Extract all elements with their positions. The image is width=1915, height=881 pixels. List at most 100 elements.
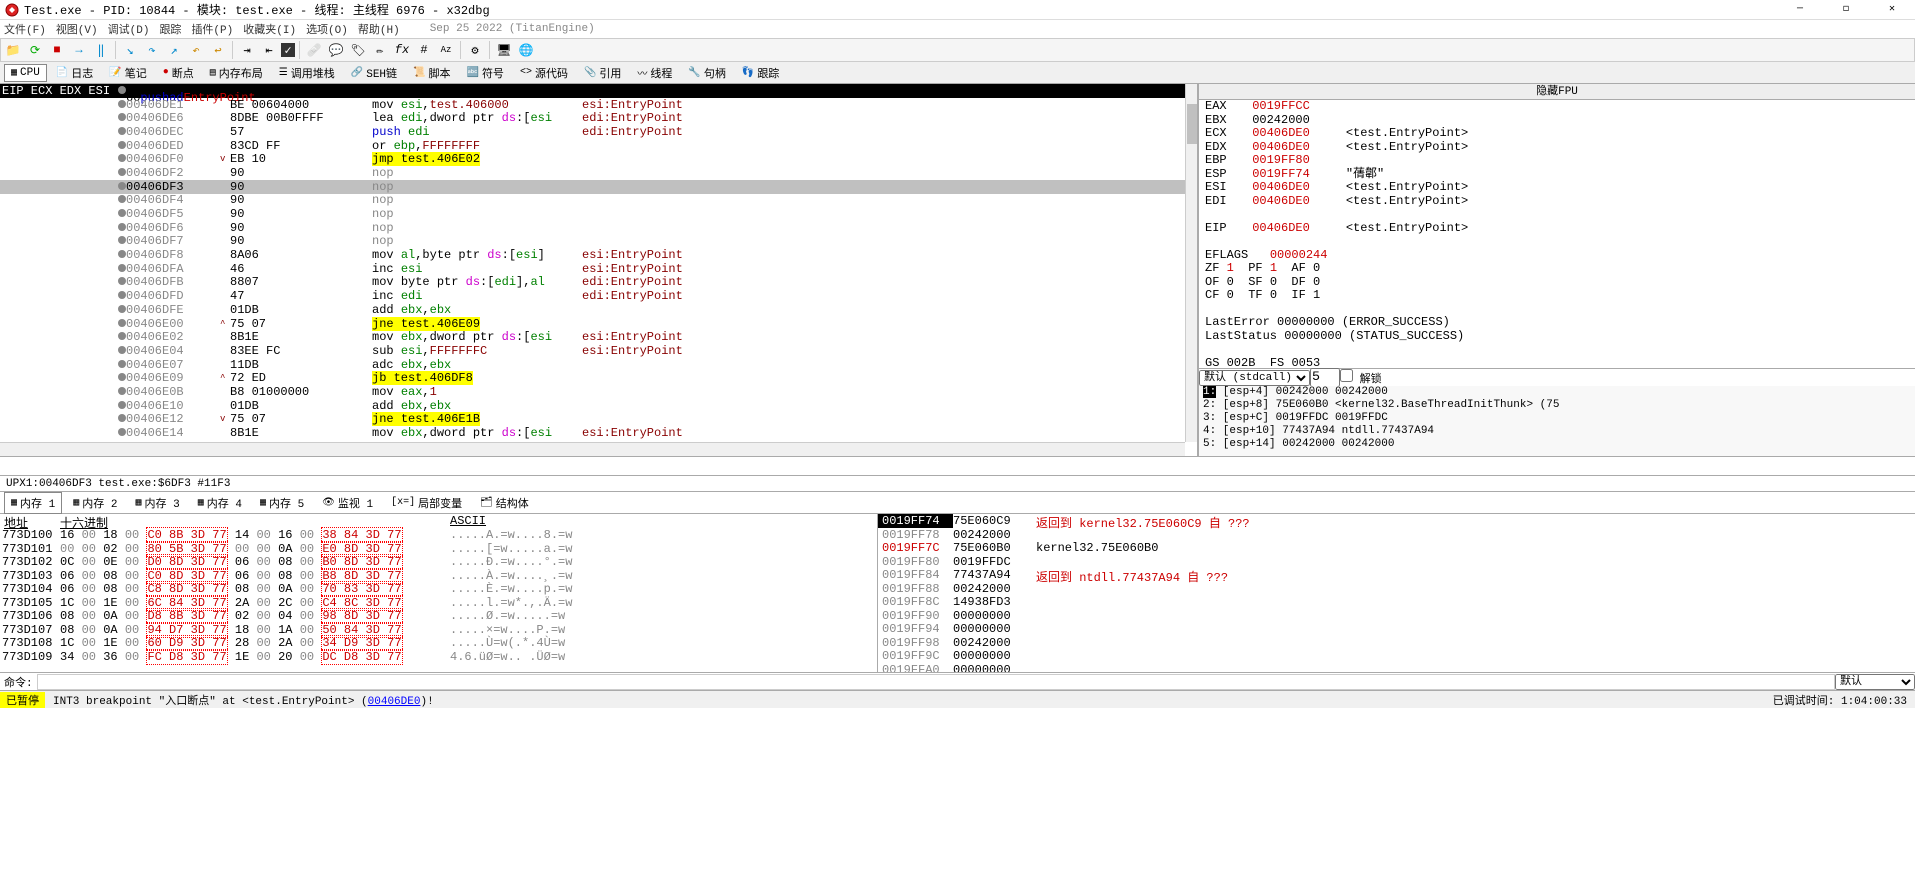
stack-row[interactable]: 0019FF9000000000 bbox=[878, 609, 1028, 623]
disasm-row[interactable]: 00406DF790nop bbox=[0, 235, 1197, 249]
tab-dump5[interactable]: ▦内存 5 bbox=[253, 492, 311, 514]
stack-row[interactable]: 0019FF9800242000 bbox=[878, 636, 1028, 650]
settings-icon[interactable]: ⚙ bbox=[465, 40, 485, 60]
step-back-icon[interactable]: ↶ bbox=[186, 40, 206, 60]
maximize-button[interactable]: ◻ bbox=[1823, 0, 1869, 20]
disasm-row[interactable]: 00406DF0vEB 10jmp test.406E02 bbox=[0, 152, 1197, 166]
comment-icon[interactable]: 💬 bbox=[326, 40, 346, 60]
menu-trace[interactable]: 跟踪 bbox=[159, 21, 181, 37]
dump-pane[interactable]: 地址 十六进制 ASCII 773D10016 00 18 00 C0 8B 3… bbox=[0, 514, 878, 672]
trace-into-icon[interactable]: ⇥ bbox=[237, 40, 257, 60]
menu-view[interactable]: 视图(V) bbox=[56, 21, 98, 37]
stack-row[interactable]: 0019FF9C00000000 bbox=[878, 649, 1028, 663]
dump-row[interactable]: 773D10708 00 0A 00 94 D7 3D 77 18 00 1A … bbox=[0, 623, 877, 637]
disasm-row[interactable]: 00406DFB8807mov byte ptr ds:[edi],aledi:… bbox=[0, 276, 1197, 290]
close-button[interactable]: ✕ bbox=[1869, 0, 1915, 20]
hash-icon[interactable]: # bbox=[414, 40, 434, 60]
stack-pane[interactable]: 0019FF7475E060C90019FF78002420000019FF7C… bbox=[878, 514, 1915, 672]
dump-row[interactable]: 773D1081C 00 1E 00 60 D9 3D 77 28 00 2A … bbox=[0, 636, 877, 650]
call-convention-select[interactable]: 默认 (stdcall) bbox=[1199, 370, 1310, 386]
disasm-row[interactable]: 00406DFD47inc ediedi:EntryPoint bbox=[0, 289, 1197, 303]
open-icon[interactable]: 📁 bbox=[3, 40, 23, 60]
menu-favorites[interactable]: 收藏夹(I) bbox=[243, 21, 296, 37]
run-icon[interactable]: → bbox=[69, 40, 89, 60]
stack-row[interactable]: 0019FFA000000000 bbox=[878, 663, 1028, 673]
dump-row[interactable]: 773D10608 00 0A 00 D8 8B 3D 77 02 00 04 … bbox=[0, 609, 877, 623]
minimize-button[interactable]: ─ bbox=[1777, 0, 1823, 20]
disasm-row[interactable]: 00406E0711DBadc ebx,ebx bbox=[0, 358, 1197, 372]
tab-breakpoints[interactable]: ●断点 bbox=[156, 62, 201, 84]
fx-icon[interactable]: fx bbox=[392, 40, 412, 60]
dump-row[interactable]: 773D10100 00 02 00 80 5B 3D 77 00 00 0A … bbox=[0, 542, 877, 556]
stack-row[interactable]: 0019FF7800242000 bbox=[878, 528, 1028, 542]
stack-row[interactable]: 0019FF8C14938FD3 bbox=[878, 595, 1028, 609]
tab-threads[interactable]: 〰线程 bbox=[630, 62, 679, 84]
args-list[interactable]: 1: [esp+4] 00242000 002420002: [esp+8] 7… bbox=[1199, 386, 1915, 456]
dump-hdr-hex[interactable]: 十六进制 bbox=[60, 514, 450, 528]
tab-handles[interactable]: 🔧句柄 bbox=[681, 62, 732, 84]
trace-over-icon[interactable]: ⇤ bbox=[259, 40, 279, 60]
disasm-row[interactable]: 00406DE68DBE 00B0FFFFlea edi,dword ptr d… bbox=[0, 111, 1197, 125]
stack-row[interactable]: 0019FF8800242000 bbox=[878, 582, 1028, 596]
args-spin[interactable] bbox=[1310, 368, 1340, 387]
step-over-icon[interactable]: ↷ bbox=[142, 40, 162, 60]
menu-options[interactable]: 选项(O) bbox=[306, 21, 348, 37]
dump-hdr-ascii[interactable]: ASCII bbox=[450, 514, 650, 528]
tab-memmap[interactable]: ▤内存布局 bbox=[203, 62, 270, 84]
tab-refs[interactable]: 📎引用 bbox=[577, 62, 628, 84]
disasm-row[interactable]: 00406DF390nop bbox=[0, 180, 1197, 194]
menu-file[interactable]: 文件(F) bbox=[4, 21, 46, 37]
status-addr-link[interactable]: 00406DE0 bbox=[368, 696, 421, 708]
screen-icon[interactable]: 🖥 bbox=[494, 40, 514, 60]
step-ret-icon[interactable]: ↩ bbox=[208, 40, 228, 60]
label-icon[interactable]: 🏷 bbox=[348, 40, 368, 60]
disasm-row[interactable]: 00406DF590nop bbox=[0, 207, 1197, 221]
step-out-icon[interactable]: ↗ bbox=[164, 40, 184, 60]
menu-plugins[interactable]: 插件(P) bbox=[191, 21, 233, 37]
tab-locals[interactable]: [x=]局部变量 bbox=[384, 492, 469, 514]
disasm-row[interactable]: 00406DEC57push ediedi:EntryPoint bbox=[0, 125, 1197, 139]
disasm-row[interactable]: 00406E0483EE FCsub esi,FFFFFFFCesi:Entry… bbox=[0, 344, 1197, 358]
disasm-row[interactable]: 00406E028B1Emov ebx,dword ptr ds:[esiesi… bbox=[0, 330, 1197, 344]
tab-dump4[interactable]: ▦内存 4 bbox=[191, 492, 249, 514]
disasm-row[interactable]: 00406DFA46inc esiesi:EntryPoint bbox=[0, 262, 1197, 276]
pause-icon[interactable]: ‖ bbox=[91, 40, 111, 60]
tab-dump3[interactable]: ▦内存 3 bbox=[128, 492, 186, 514]
stack-row[interactable]: 0019FF8477437A94 bbox=[878, 568, 1028, 582]
dump-row[interactable]: 773D10406 00 08 00 C8 8D 3D 77 08 00 0A … bbox=[0, 582, 877, 596]
disasm-hscroll[interactable] bbox=[0, 442, 1185, 456]
az-icon[interactable]: Az bbox=[436, 40, 456, 60]
dump-row[interactable]: 773D10016 00 18 00 C0 8B 3D 77 14 00 16 … bbox=[0, 528, 877, 542]
disasm-row[interactable]: 00406E148B1Emov ebx,dword ptr ds:[esiesi… bbox=[0, 426, 1197, 440]
disasm-row[interactable]: 00406DF490nop bbox=[0, 194, 1197, 208]
disasm-row[interactable]: 00406DF290nop bbox=[0, 166, 1197, 180]
dump-row[interactable]: 773D1051C 00 1E 00 6C 84 3D 77 2A 00 2C … bbox=[0, 596, 877, 610]
fpu-toggle[interactable]: 隐藏FPU bbox=[1199, 84, 1915, 100]
stack-row[interactable]: 0019FF9400000000 bbox=[878, 622, 1028, 636]
disasm-row[interactable]: 00406DED83CD FFor ebp,FFFFFFFF bbox=[0, 139, 1197, 153]
tab-callstack[interactable]: ☰调用堆栈 bbox=[272, 62, 342, 84]
tab-trace[interactable]: 👣跟踪 bbox=[735, 62, 786, 84]
stack-row[interactable]: 0019FF7475E060C9 bbox=[878, 514, 1028, 528]
tab-cpu[interactable]: ▦CPU bbox=[4, 64, 47, 82]
dump-hdr-addr[interactable]: 地址 bbox=[0, 514, 60, 528]
disasm-vscroll[interactable] bbox=[1185, 84, 1197, 442]
disasm-row[interactable]: 00406DF88A06mov al,byte ptr ds:[esi]esi:… bbox=[0, 248, 1197, 262]
menu-debug[interactable]: 调试(D) bbox=[108, 21, 150, 37]
tab-script[interactable]: 📜脚本 bbox=[406, 62, 457, 84]
disasm-row[interactable]: 00406DFE01DBadd ebx,ebx bbox=[0, 303, 1197, 317]
disasm-pane[interactable]: EIP ECX EDX ESI00406DE0 60pushadEntryPoi… bbox=[0, 84, 1198, 456]
tab-log[interactable]: 📄日志 bbox=[49, 62, 100, 84]
restart-icon[interactable]: ⟳ bbox=[25, 40, 45, 60]
stack-row[interactable]: 0019FF800019FFDC bbox=[878, 555, 1028, 569]
tab-struct[interactable]: 🗂结构体 bbox=[473, 492, 536, 514]
disasm-row[interactable]: 00406E0BB8 01000000mov eax,1 bbox=[0, 385, 1197, 399]
patch-icon[interactable]: 🩹 bbox=[304, 40, 324, 60]
tab-symbols[interactable]: 🔤符号 bbox=[459, 62, 510, 84]
tab-notes[interactable]: 📝笔记 bbox=[102, 62, 153, 84]
registers-body[interactable]: EAX 0019FFCC EBX 00242000 ECX 00406DE0 <… bbox=[1199, 100, 1915, 368]
disasm-row[interactable]: 00406E09^72 EDjb test.406DF8 bbox=[0, 371, 1197, 385]
disasm-row[interactable]: 00406E12v75 07jne test.406E1B bbox=[0, 413, 1197, 427]
tab-seh[interactable]: 🔗SEH链 bbox=[344, 62, 404, 84]
tab-watch[interactable]: 👁监视 1 bbox=[315, 492, 380, 514]
